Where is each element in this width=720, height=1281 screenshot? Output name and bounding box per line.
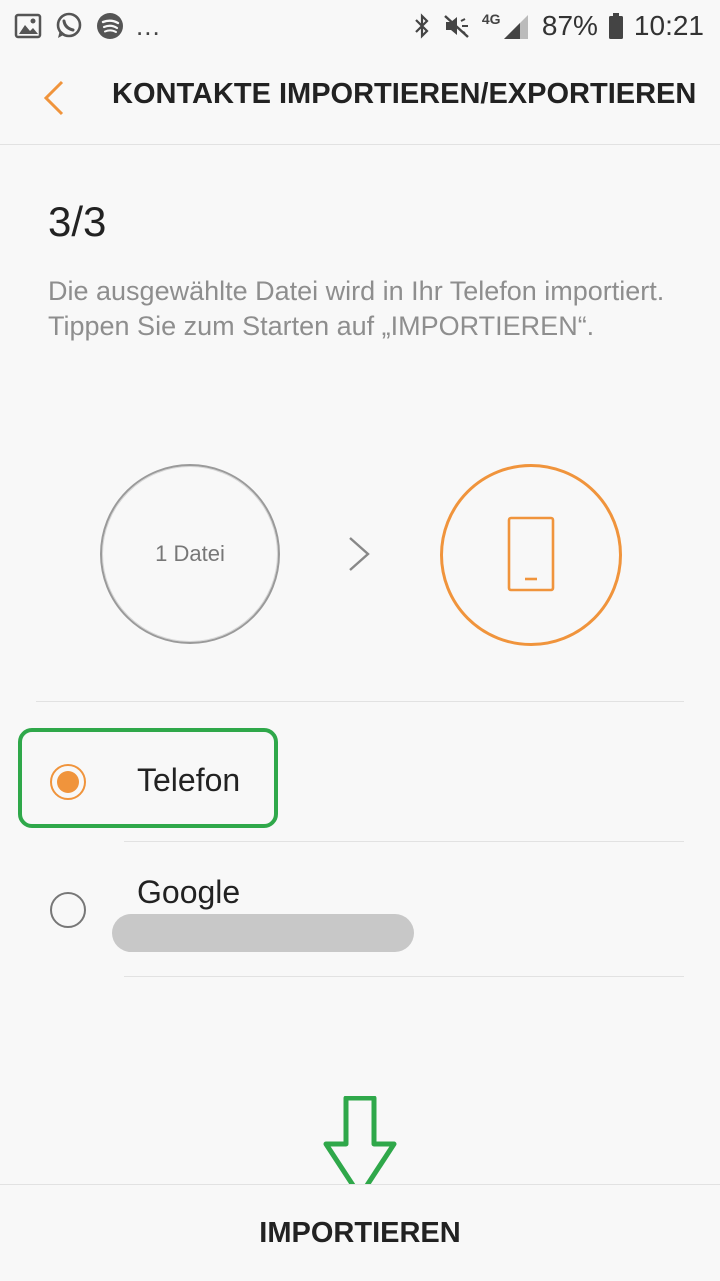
- battery-icon: [608, 13, 623, 39]
- source-file-circle: 1 Datei: [100, 464, 280, 644]
- mute-icon: [444, 15, 469, 38]
- page-title: KONTAKTE IMPORTIEREN/EXPORTIEREN: [112, 78, 697, 110]
- destination-phone-circle: [440, 464, 622, 646]
- bottom-action-bar: IMPORTIEREN: [0, 1184, 720, 1281]
- app-header: KONTAKTE IMPORTIEREN/EXPORTIEREN: [0, 52, 720, 145]
- step-indicator: 3/3: [48, 198, 107, 245]
- option-google-label: Google: [137, 874, 241, 910]
- redacted-account-email: [112, 914, 414, 952]
- bluetooth-icon: [415, 13, 429, 39]
- divider: [124, 976, 684, 977]
- clock: 10:21: [633, 10, 704, 41]
- chevron-right-icon: [349, 537, 370, 571]
- option-google[interactable]: Google: [0, 842, 720, 976]
- gallery-icon: [14, 13, 42, 39]
- network-type: 4G: [481, 11, 501, 27]
- source-file-label: 1 Datei: [155, 541, 225, 566]
- battery-percent: 87%: [541, 10, 598, 41]
- spotify-icon: [97, 13, 123, 39]
- back-arrow-icon[interactable]: [30, 74, 78, 122]
- status-bar: ... 4G 87% 10:21: [0, 0, 720, 52]
- notification-overflow: ...: [136, 10, 161, 41]
- status-left: ...: [14, 10, 161, 42]
- signal-icon: [503, 15, 528, 39]
- highlight-box: [18, 728, 278, 828]
- instruction-text: Die ausgewählte Datei wird in Ihr Telefo…: [48, 276, 665, 341]
- whatsapp-icon: [56, 12, 82, 38]
- phone-icon: [507, 516, 555, 592]
- status-right: 4G 87% 10:21: [412, 8, 704, 44]
- radio-google[interactable]: [50, 892, 86, 928]
- import-button[interactable]: IMPORTIEREN: [0, 1185, 720, 1281]
- network-indicator: 4G: [482, 11, 532, 41]
